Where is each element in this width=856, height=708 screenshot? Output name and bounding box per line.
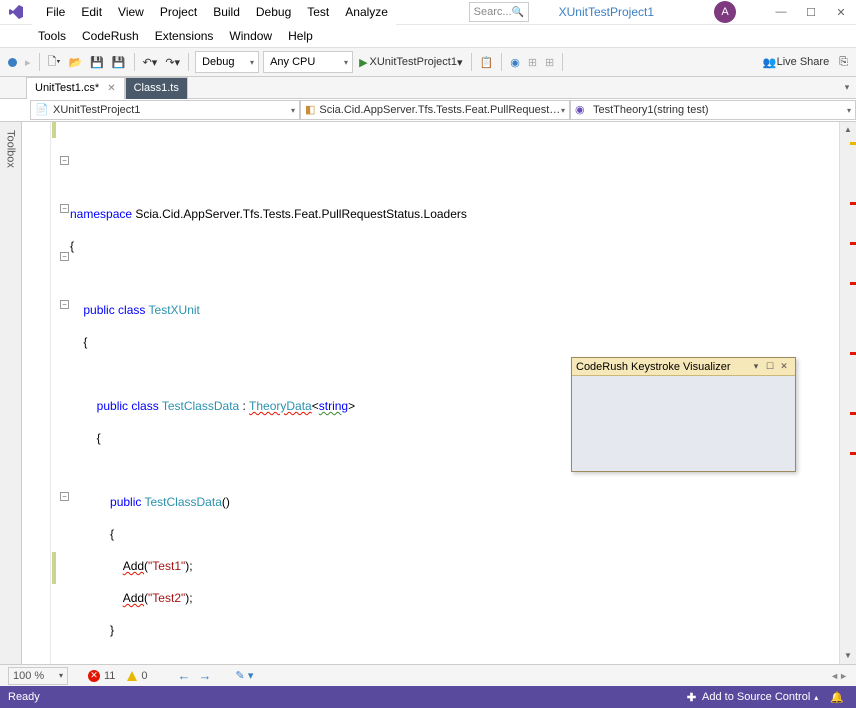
fold-button[interactable]: − — [60, 204, 69, 213]
menu-analyze[interactable]: Analyze — [337, 5, 396, 19]
nav-back-button[interactable] — [4, 51, 21, 73]
menu-view[interactable]: View — [110, 5, 152, 19]
tool-btn-2[interactable]: ◉ — [506, 51, 524, 73]
menu-build[interactable]: Build — [205, 5, 248, 19]
nav-prev-button[interactable]: ← — [178, 668, 191, 683]
maximize-button[interactable]: ☐ — [796, 1, 826, 23]
add-source-control-icon[interactable]: ✚ — [687, 691, 696, 704]
save-button[interactable]: 💾 — [86, 51, 108, 73]
tab-unittest[interactable]: UnitTest1.cs* ✕ — [26, 77, 125, 99]
user-avatar[interactable]: A — [714, 1, 736, 23]
error-icon[interactable]: ✕ — [88, 670, 100, 682]
scroll-up-button[interactable]: ▲ — [840, 122, 856, 138]
tool-btn-3[interactable]: ⊞ — [524, 51, 541, 73]
main-toolbar: ▸ 🗋▾ 📂 💾 💾 ↶▾ ↷▾ Debug Any CPU ▶XUnitTes… — [0, 47, 856, 77]
tab-overflow-button[interactable]: ▾ — [838, 82, 856, 93]
nav-member-combo[interactable]: ◉ TestTheory1(string test) — [570, 100, 856, 120]
fold-button[interactable]: − — [60, 300, 69, 309]
fold-button[interactable]: − — [60, 156, 69, 165]
tab-class1[interactable]: Class1.ts — [125, 77, 188, 99]
menu-debug[interactable]: Debug — [248, 5, 299, 19]
new-project-button[interactable]: 🗋▾ — [44, 51, 65, 73]
nav-next-button[interactable]: → — [199, 668, 212, 683]
status-ready: Ready — [8, 691, 40, 703]
redo-button[interactable]: ↷▾ — [161, 51, 184, 73]
menu-extensions[interactable]: Extensions — [147, 29, 222, 43]
editor-status-bar: 100 % ✕ 11 0 ← → ✎ ▾ ◄ ► — [0, 664, 856, 686]
vs-logo — [4, 0, 28, 24]
minimize-button[interactable]: — — [766, 1, 796, 23]
close-button[interactable]: ✕ — [826, 1, 856, 23]
tool-btn-4[interactable]: ⊞ — [541, 51, 558, 73]
save-all-button[interactable]: 💾 — [108, 51, 130, 73]
menu-window[interactable]: Window — [221, 29, 280, 43]
nav-type-combo[interactable]: ◧ Scia.Cid.AppServer.Tfs.Tests.Feat.Pull… — [300, 100, 570, 120]
fold-button[interactable]: − — [60, 252, 69, 261]
keystroke-visualizer-window[interactable]: CodeRush Keystroke Visualizer ▾ ☐ ✕ — [571, 357, 796, 472]
tab-label: UnitTest1.cs* — [35, 82, 99, 94]
add-source-control-button[interactable]: Add to Source Control — [702, 691, 810, 703]
status-bar: Ready ✚ Add to Source Control ▴ 🔔 — [0, 686, 856, 708]
menu-edit[interactable]: Edit — [73, 5, 110, 19]
notifications-icon[interactable]: 🔔 — [830, 691, 844, 704]
hscroll-right[interactable]: ► — [839, 671, 848, 681]
platform-combo[interactable]: Any CPU — [263, 51, 353, 73]
scroll-down-button[interactable]: ▼ — [840, 648, 856, 664]
popup-title: CodeRush Keystroke Visualizer — [576, 361, 749, 373]
tab-label: Class1.ts — [134, 82, 179, 94]
tab-close-icon[interactable]: ✕ — [107, 83, 115, 94]
menu-coderush[interactable]: CodeRush — [74, 29, 147, 43]
search-placeholder: Searc... — [474, 6, 512, 18]
open-button[interactable]: 📂 — [64, 51, 86, 73]
zoom-combo[interactable]: 100 % — [8, 667, 68, 685]
warning-icon[interactable] — [127, 671, 137, 681]
class-name: TestXUnit — [149, 303, 200, 317]
undo-button[interactable]: ↶▾ — [139, 51, 162, 73]
config-combo[interactable]: Debug — [195, 51, 259, 73]
menu-file[interactable]: File — [38, 5, 73, 19]
inner-class-name: TestClassData — [162, 399, 239, 413]
warning-count: 0 — [141, 670, 147, 682]
nav-fwd-button[interactable]: ▸ — [21, 51, 35, 73]
pen-icon[interactable]: ✎ ▾ — [236, 669, 254, 682]
fold-button[interactable]: − — [60, 492, 69, 501]
csharp-icon: 📄 — [35, 103, 49, 117]
menu-tools[interactable]: Tools — [30, 29, 74, 43]
popup-dropdown-button[interactable]: ▾ — [749, 361, 763, 372]
source-control-dropdown[interactable]: ▴ — [814, 693, 818, 702]
editor-gutter: − − − − − — [22, 122, 70, 664]
popup-close-button[interactable]: ✕ — [777, 361, 791, 372]
feedback-button[interactable]: ⎘ — [835, 51, 852, 73]
popup-maximize-button[interactable]: ☐ — [763, 361, 777, 372]
toolbox-tab[interactable]: Toolbox — [0, 122, 22, 664]
solution-name[interactable]: XUnitTestProject1 — [559, 5, 654, 19]
menu-test[interactable]: Test — [299, 5, 337, 19]
nav-project-combo[interactable]: 📄 XUnitTestProject1 — [30, 100, 300, 120]
document-tabs: UnitTest1.cs* ✕ Class1.ts ▾ — [0, 77, 856, 99]
menu-project[interactable]: Project — [152, 5, 205, 19]
error-count: 11 — [104, 670, 115, 682]
menu-help[interactable]: Help — [280, 29, 321, 43]
class-icon: ◧ — [305, 103, 315, 117]
search-icon: 🔍 — [512, 7, 524, 18]
nav-bar: 📄 XUnitTestProject1 ◧ Scia.Cid.AppServer… — [0, 99, 856, 122]
hscroll-left[interactable]: ◄ — [830, 671, 839, 681]
liveshare-button[interactable]: 👥 Live Share — [757, 51, 835, 73]
tool-btn-1[interactable]: 📋 — [476, 51, 498, 73]
method-icon: ◉ — [575, 103, 589, 117]
search-input[interactable]: Searc... 🔍 — [469, 2, 529, 22]
start-button[interactable]: ▶XUnitTestProject1 ▾ — [355, 51, 466, 73]
vertical-scrollbar[interactable]: ▲ ▼ — [839, 122, 856, 664]
